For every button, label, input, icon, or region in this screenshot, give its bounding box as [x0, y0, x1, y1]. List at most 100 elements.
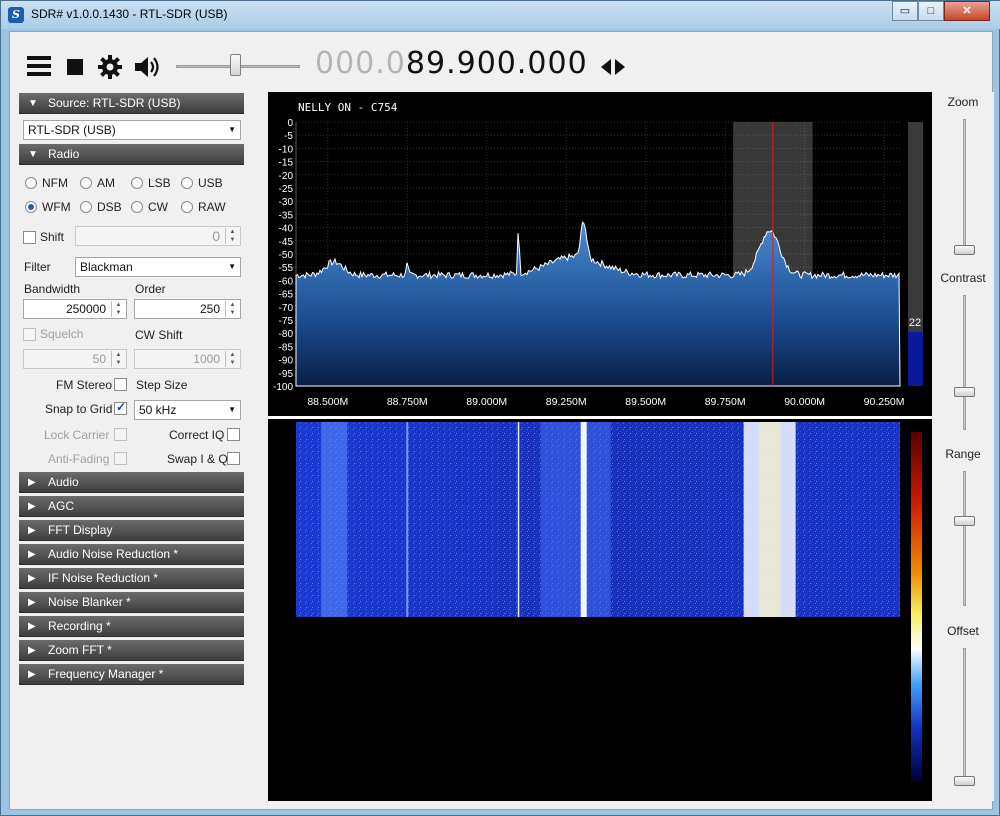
db-tick-label: -95: [279, 369, 294, 380]
frequency-lit-digits[interactable]: 89.900.000: [406, 46, 588, 81]
cw-shift-label: CW Shift: [135, 328, 183, 342]
db-tick-label: -5: [284, 131, 293, 142]
contrast-slider-thumb[interactable]: [954, 387, 975, 397]
filter-label: Filter: [24, 260, 51, 274]
db-tick-label: 0: [287, 118, 293, 129]
expand-right-icon: ▶: [28, 501, 36, 512]
agc-section-header[interactable]: ▶ AGC: [19, 496, 244, 517]
spinner-arrows-icon[interactable]: ▲ ▼: [111, 351, 125, 367]
snap-to-grid-checkbox[interactable]: [114, 400, 127, 415]
gear-icon[interactable]: [97, 54, 123, 80]
window-title: SDR# v1.0.0.1430 - RTL-SDR (USB): [31, 7, 228, 21]
spinner-arrows-icon[interactable]: ▲ ▼: [225, 228, 239, 244]
maximize-button[interactable]: □: [918, 1, 944, 21]
offset-slider-track[interactable]: [963, 648, 966, 783]
zoom-slider-track[interactable]: [963, 119, 966, 254]
mode-label: USB: [198, 176, 223, 190]
spinner-arrows-icon[interactable]: ▲ ▼: [225, 301, 239, 317]
waterfall-signal-trace: [406, 422, 409, 617]
frequency-manager-section-header[interactable]: ▶ Frequency Manager *: [19, 664, 244, 685]
source-header[interactable]: ▼ Source: RTL-SDR (USB): [19, 93, 244, 114]
close-button[interactable]: ✕: [944, 1, 990, 21]
bandwidth-label: Bandwidth: [24, 282, 81, 296]
zoom-slider-thumb[interactable]: [954, 245, 975, 255]
shift-spinner[interactable]: 0 ▲ ▼: [75, 226, 241, 246]
frequency-display[interactable]: 000.089.900.000: [315, 46, 588, 81]
stop-icon[interactable]: [67, 59, 83, 75]
swap-iq-checkbox[interactable]: [227, 452, 240, 465]
noise-blanker-section-header[interactable]: ▶ Noise Blanker *: [19, 592, 244, 613]
db-tick-label: -15: [279, 158, 294, 169]
recording-section-header[interactable]: ▶ Recording *: [19, 616, 244, 637]
step-size-select[interactable]: 50 kHz ▼: [134, 400, 241, 420]
filter-select[interactable]: Blackman ▼: [75, 257, 241, 277]
tune-arrows-icon[interactable]: [600, 59, 626, 75]
source-device-select[interactable]: RTL-SDR (USB) ▼: [23, 120, 241, 140]
squelch-spinner[interactable]: 50 ▲ ▼: [23, 349, 127, 369]
radio-header-label: Radio: [48, 147, 80, 161]
order-spinner[interactable]: 250 ▲ ▼: [134, 299, 241, 319]
freq-tick-label: 90.000M: [784, 396, 825, 408]
mode-label: AM: [97, 176, 115, 190]
if-noise-reduction-section-header[interactable]: ▶ IF Noise Reduction *: [19, 568, 244, 589]
main-client: 000.089.900.000 ▼ Source: RTL-SDR (USB) …: [9, 31, 994, 810]
spinner-arrows-icon[interactable]: ▲ ▼: [225, 351, 239, 367]
spinner-arrows-icon[interactable]: ▲ ▼: [111, 301, 125, 317]
level-meter-value: 22: [909, 317, 921, 329]
section-label: Zoom FFT *: [48, 643, 112, 657]
waterfall-signal-trace: [580, 422, 587, 617]
db-tick-label: -70: [279, 303, 294, 314]
contrast-slider-track[interactable]: [963, 295, 966, 430]
swap-iq-label: Swap I & Q: [167, 452, 228, 466]
correct-iq-checkbox[interactable]: [227, 428, 240, 441]
minimize-button[interactable]: ▭: [892, 1, 918, 21]
cw-shift-value: 1000: [193, 352, 220, 366]
source-header-label: Source: RTL-SDR (USB): [48, 96, 181, 110]
rds-text: NELLY ON - C754: [298, 101, 398, 114]
anti-fading-checkbox[interactable]: [114, 452, 127, 465]
waterfall-signal-trace: [517, 422, 520, 617]
db-tick-label: -60: [279, 276, 294, 287]
audio-noise-reduction-section-header[interactable]: ▶ Audio Noise Reduction *: [19, 544, 244, 565]
volume-slider-thumb[interactable]: [230, 54, 241, 76]
freq-tick-label: 90.250M: [864, 396, 905, 408]
expand-right-icon: ▶: [28, 669, 36, 680]
radio-header[interactable]: ▼ Radio: [19, 144, 244, 165]
cw-shift-spinner[interactable]: 1000 ▲ ▼: [134, 349, 241, 369]
waterfall-display[interactable]: [296, 422, 900, 617]
freq-tick-label: 88.750M: [387, 396, 428, 408]
db-tick-label: -10: [279, 144, 294, 155]
expand-right-icon: ▶: [28, 645, 36, 656]
chevron-down-icon: ▼: [228, 125, 236, 134]
db-tick-label: -25: [279, 184, 294, 195]
hamburger-icon[interactable]: [27, 56, 51, 76]
bandwidth-spinner[interactable]: 250000 ▲ ▼: [23, 299, 127, 319]
frequency-dim-digits[interactable]: 000.0: [315, 46, 406, 81]
db-axis: 0 -5 -10 -15 -20 -25 -30 -35 -40 -45 -50 -55 -60 -65 -…: [273, 118, 293, 393]
lock-carrier-checkbox[interactable]: [114, 428, 127, 441]
audio-section-header[interactable]: ▶ Audio: [19, 472, 244, 493]
range-slider-thumb[interactable]: [954, 516, 975, 526]
expand-down-icon: ▼: [28, 98, 38, 109]
zoom-fft-section-header[interactable]: ▶ Zoom FFT *: [19, 640, 244, 661]
range-slider-track[interactable]: [963, 471, 966, 606]
offset-slider-thumb[interactable]: [954, 776, 975, 786]
speaker-icon[interactable]: [133, 54, 161, 80]
section-label: Audio Noise Reduction *: [48, 547, 179, 561]
spectrum-analyzer[interactable]: 0 -5 -10 -15 -20 -25 -30 -35 -40 -45 -50 -55 -60 -65 -…: [268, 92, 932, 801]
range-label: Range: [945, 447, 981, 461]
title-bar[interactable]: S SDR# v1.0.0.1430 - RTL-SDR (USB) ▭ □ ✕: [1, 1, 1000, 29]
mode-label: LSB: [148, 176, 171, 190]
fm-stereo-checkbox[interactable]: [114, 378, 127, 391]
shift-value: 0: [212, 228, 220, 244]
db-tick-label: -20: [279, 171, 294, 182]
expand-right-icon: ▶: [28, 549, 36, 560]
spectrum-waterfall-panel[interactable]: 0 -5 -10 -15 -20 -25 -30 -35 -40 -45 -50 -55 -60 -65 -…: [268, 92, 932, 801]
shift-checkbox[interactable]: [23, 231, 36, 244]
squelch-checkbox[interactable]: [23, 328, 36, 341]
section-label: AGC: [48, 499, 75, 513]
splitter[interactable]: [268, 416, 932, 419]
source-device-value: RTL-SDR (USB): [28, 123, 116, 137]
sdr-app-icon: S: [8, 7, 24, 23]
fft-display-section-header[interactable]: ▶ FFT Display: [19, 520, 244, 541]
